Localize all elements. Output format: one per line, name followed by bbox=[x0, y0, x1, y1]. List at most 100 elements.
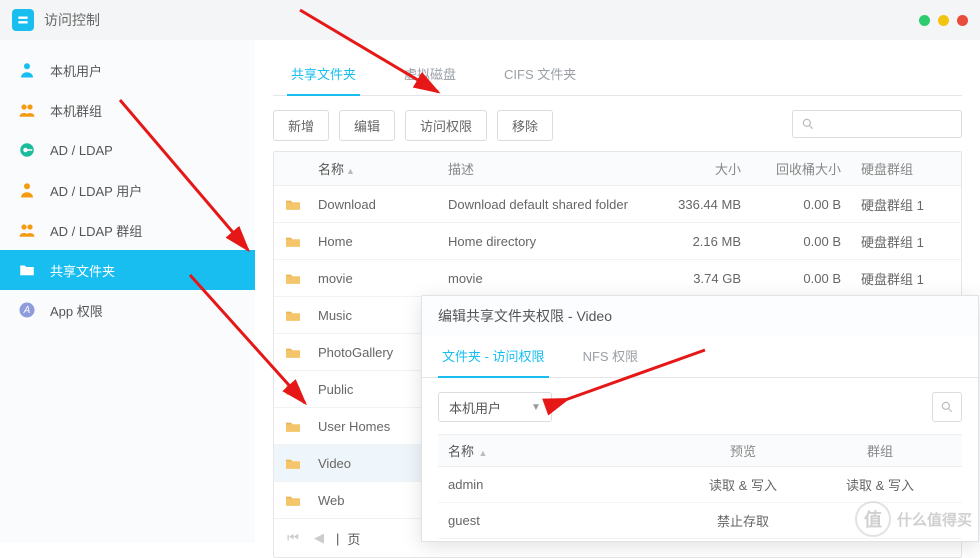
group-icon bbox=[18, 221, 36, 239]
folder-icon bbox=[284, 346, 302, 360]
svg-text:A: A bbox=[23, 305, 31, 316]
nav-label: AD / LDAP bbox=[50, 143, 113, 158]
pager-prev-icon[interactable]: ◀ bbox=[310, 529, 328, 547]
perm-col-name[interactable]: 名称 ▲ bbox=[438, 441, 658, 460]
cell-group: 硬盘群组 1 bbox=[851, 195, 961, 214]
user-icon bbox=[18, 181, 36, 199]
folder-icon bbox=[284, 494, 302, 508]
group-icon bbox=[18, 101, 36, 119]
nav-label: AD / LDAP 群组 bbox=[50, 221, 142, 240]
folder-icon bbox=[284, 383, 302, 397]
dialog-tab-nfs[interactable]: NFS 权限 bbox=[579, 336, 643, 377]
col-desc[interactable]: 描述 bbox=[438, 159, 641, 178]
dialog-tabs: 文件夹 - 访问权限 NFS 权限 bbox=[422, 336, 978, 378]
user-type-select[interactable]: 本机用户 ▼ bbox=[438, 392, 552, 422]
col-name[interactable]: 名称▲ bbox=[308, 159, 438, 178]
cell-bin: 0.00 B bbox=[751, 197, 851, 212]
sort-asc-icon: ▲ bbox=[346, 166, 355, 176]
folder-icon bbox=[284, 309, 302, 323]
key-icon bbox=[18, 141, 36, 159]
nav-label: 共享文件夹 bbox=[50, 261, 115, 280]
cell-size: 2.16 MB bbox=[641, 234, 751, 249]
maximize-dot[interactable] bbox=[938, 15, 949, 26]
tab-shared-folders[interactable]: 共享文件夹 bbox=[287, 54, 360, 95]
dialog-search-button[interactable] bbox=[932, 392, 962, 422]
nav-label: App 权限 bbox=[50, 301, 103, 320]
cell-name: Video bbox=[308, 456, 438, 471]
remove-button[interactable]: 移除 bbox=[497, 110, 553, 141]
cell-group: 硬盘群组 1 bbox=[851, 232, 961, 251]
cell-name: Download bbox=[308, 197, 438, 212]
dialog-title: 编辑共享文件夹权限 - Video bbox=[422, 296, 978, 336]
cell-size: 3.74 GB bbox=[641, 271, 751, 286]
close-dot[interactable] bbox=[957, 15, 968, 26]
cell-name: PhotoGallery bbox=[308, 345, 438, 360]
cell-name: Music bbox=[308, 308, 438, 323]
nav-ad-ldap[interactable]: AD / LDAP bbox=[0, 130, 255, 170]
nav-label: 本机群组 bbox=[50, 101, 102, 120]
sort-asc-icon: ▲ bbox=[476, 448, 487, 458]
permissions-button[interactable]: 访问权限 bbox=[405, 110, 487, 141]
chevron-down-icon: ▼ bbox=[531, 402, 541, 413]
tab-virtual-disk[interactable]: 虚拟磁盘 bbox=[400, 54, 460, 95]
cell-size: 336.44 MB bbox=[641, 197, 751, 212]
nav-local-users[interactable]: 本机用户 bbox=[0, 50, 255, 90]
app-icon: A bbox=[18, 301, 36, 319]
col-group[interactable]: 硬盘群组 bbox=[851, 159, 961, 178]
minimize-dot[interactable] bbox=[919, 15, 930, 26]
app-icon bbox=[12, 9, 34, 31]
cell-bin: 0.00 B bbox=[751, 234, 851, 249]
folder-icon bbox=[284, 457, 302, 471]
pager-divider: | bbox=[336, 531, 339, 546]
table-header: 名称▲ 描述 大小 回收桶大小 硬盘群组 bbox=[274, 152, 961, 186]
search-icon bbox=[801, 117, 815, 131]
cell-name: Public bbox=[308, 382, 438, 397]
watermark-badge: 值 bbox=[855, 501, 891, 537]
window-controls bbox=[919, 15, 968, 26]
cell-name: movie bbox=[308, 271, 438, 286]
nav-ad-ldap-groups[interactable]: AD / LDAP 群组 bbox=[0, 210, 255, 250]
cell-name: Web bbox=[308, 493, 438, 508]
nav-app-permissions[interactable]: A App 权限 bbox=[0, 290, 255, 330]
perm-cell-preview: 禁止存取 bbox=[658, 511, 828, 530]
watermark: 值 什么值得买 bbox=[855, 501, 972, 537]
edit-button[interactable]: 编辑 bbox=[339, 110, 395, 141]
perm-cell-group: 读取 & 写入 bbox=[828, 475, 932, 494]
add-button[interactable]: 新增 bbox=[273, 110, 329, 141]
cell-name: Home bbox=[308, 234, 438, 249]
tab-cifs[interactable]: CIFS 文件夹 bbox=[500, 54, 580, 95]
main-tabs: 共享文件夹 虚拟磁盘 CIFS 文件夹 bbox=[273, 54, 962, 96]
titlebar: 访问控制 bbox=[0, 0, 980, 40]
toolbar: 新增 编辑 访问权限 移除 bbox=[273, 110, 962, 141]
perm-col-group[interactable]: 群组 bbox=[828, 441, 932, 460]
window-title: 访问控制 bbox=[44, 10, 100, 30]
perm-row[interactable]: admin读取 & 写入读取 & 写入 bbox=[438, 467, 962, 503]
perm-cell-preview: 读取 & 写入 bbox=[658, 475, 828, 494]
table-row[interactable]: DownloadDownload default shared folder33… bbox=[274, 186, 961, 223]
table-row[interactable]: moviemovie3.74 GB0.00 B硬盘群组 1 bbox=[274, 260, 961, 297]
cell-name: User Homes bbox=[308, 419, 438, 434]
folder-icon bbox=[284, 235, 302, 249]
cell-desc: Download default shared folder bbox=[438, 197, 641, 212]
folder-icon bbox=[284, 272, 302, 286]
pager-page-label: 页 bbox=[347, 529, 360, 548]
folder-icon bbox=[18, 261, 36, 279]
perm-col-preview[interactable]: 预览 bbox=[658, 441, 828, 460]
sidebar: 本机用户 本机群组 AD / LDAP AD / LDAP 用户 AD / LD… bbox=[0, 40, 255, 543]
nav-local-groups[interactable]: 本机群组 bbox=[0, 90, 255, 130]
perm-table-header: 名称 ▲ 预览 群组 bbox=[438, 435, 962, 467]
folder-icon bbox=[284, 420, 302, 434]
cell-desc: Home directory bbox=[438, 234, 641, 249]
pager-first-icon[interactable]: ⏮ bbox=[284, 529, 302, 547]
dialog-tab-folder-perm[interactable]: 文件夹 - 访问权限 bbox=[438, 336, 549, 377]
table-row[interactable]: HomeHome directory2.16 MB0.00 B硬盘群组 1 bbox=[274, 223, 961, 260]
select-value: 本机用户 bbox=[449, 398, 501, 417]
search-input[interactable] bbox=[792, 110, 962, 138]
cell-bin: 0.00 B bbox=[751, 271, 851, 286]
col-bin[interactable]: 回收桶大小 bbox=[751, 159, 851, 178]
cell-group: 硬盘群组 1 bbox=[851, 269, 961, 288]
nav-ad-ldap-users[interactable]: AD / LDAP 用户 bbox=[0, 170, 255, 210]
nav-shared-folders[interactable]: 共享文件夹 bbox=[0, 250, 255, 290]
col-size[interactable]: 大小 bbox=[641, 159, 751, 178]
user-icon bbox=[18, 61, 36, 79]
